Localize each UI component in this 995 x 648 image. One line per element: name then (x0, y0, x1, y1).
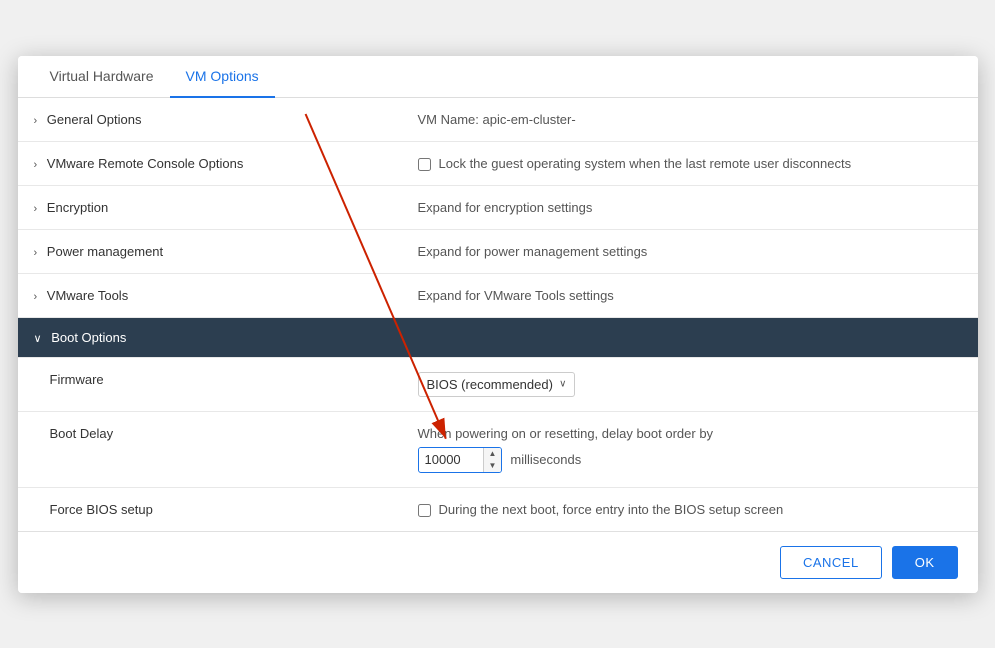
dialog: Virtual Hardware VM Options › General Op… (18, 56, 978, 593)
boot-delay-input[interactable]: 10000 (419, 448, 483, 471)
expand-icon-general[interactable]: › (34, 115, 38, 127)
row-encryption: › Encryption Expand for encryption setti… (18, 185, 978, 229)
row-boot-delay: Boot Delay When powering on or resetting… (18, 411, 978, 487)
value-vmware-tools: Expand for VMware Tools settings (418, 288, 614, 303)
row-general-options: › General Options VM Name: apic-em-clust… (18, 98, 978, 142)
ok-button[interactable]: OK (892, 546, 958, 579)
tab-bar: Virtual Hardware VM Options (18, 56, 978, 98)
cancel-button[interactable]: CANCEL (780, 546, 882, 579)
label-firmware: Firmware (50, 372, 104, 387)
label-power-management: Power management (47, 244, 163, 259)
row-vmware-remote-console: › VMware Remote Console Options Lock the… (18, 141, 978, 185)
expand-icon-power[interactable]: › (34, 247, 38, 259)
lock-guest-checkbox[interactable] (418, 158, 431, 171)
row-boot-options-header[interactable]: ∨ Boot Options (18, 317, 978, 357)
tab-vm-options[interactable]: VM Options (170, 56, 275, 98)
label-force-bios: Force BIOS setup (50, 502, 153, 517)
label-vmware-remote: VMware Remote Console Options (47, 156, 244, 171)
value-general-options: VM Name: apic-em-cluster- (418, 112, 576, 127)
boot-delay-number-wrap: 10000 ▲ ▼ (418, 447, 503, 473)
label-vmware-tools: VMware Tools (47, 288, 128, 303)
spinner-buttons: ▲ ▼ (483, 448, 502, 472)
label-general-options: General Options (47, 112, 142, 127)
boot-delay-wrap: When powering on or resetting, delay boo… (418, 426, 962, 473)
content-area: › General Options VM Name: apic-em-clust… (18, 98, 978, 531)
firmware-select-wrap: BIOS (recommended) EFI (418, 372, 575, 397)
force-bios-row: During the next boot, force entry into t… (418, 502, 962, 517)
label-boot-delay: Boot Delay (50, 426, 114, 441)
label-boot-options: Boot Options (51, 330, 126, 345)
boot-delay-description: When powering on or resetting, delay boo… (418, 426, 962, 441)
row-power-management: › Power management Expand for power mana… (18, 229, 978, 273)
expand-icon-boot: ∨ (34, 332, 42, 345)
value-encryption: Expand for encryption settings (418, 200, 593, 215)
expand-icon-vmware-tools[interactable]: › (34, 291, 38, 303)
spinner-down-button[interactable]: ▼ (484, 460, 502, 472)
force-bios-label: During the next boot, force entry into t… (439, 502, 784, 517)
firmware-select[interactable]: BIOS (recommended) EFI (418, 372, 575, 397)
label-encryption: Encryption (47, 200, 108, 215)
row-force-bios: Force BIOS setup During the next boot, f… (18, 487, 978, 531)
dialog-footer: CANCEL OK (18, 531, 978, 593)
settings-table: › General Options VM Name: apic-em-clust… (18, 98, 978, 531)
remote-console-options: Lock the guest operating system when the… (418, 156, 962, 171)
row-vmware-tools: › VMware Tools Expand for VMware Tools s… (18, 273, 978, 317)
boot-delay-unit: milliseconds (510, 452, 581, 467)
lock-guest-label: Lock the guest operating system when the… (439, 156, 852, 171)
spinner-up-button[interactable]: ▲ (484, 448, 502, 460)
tab-virtual-hardware[interactable]: Virtual Hardware (34, 56, 170, 98)
row-firmware: Firmware BIOS (recommended) EFI (18, 357, 978, 411)
value-power-management: Expand for power management settings (418, 244, 648, 259)
boot-delay-input-row: 10000 ▲ ▼ milliseconds (418, 447, 962, 473)
expand-icon-encryption[interactable]: › (34, 203, 38, 215)
expand-icon-console[interactable]: › (34, 159, 38, 171)
force-bios-checkbox[interactable] (418, 504, 431, 517)
